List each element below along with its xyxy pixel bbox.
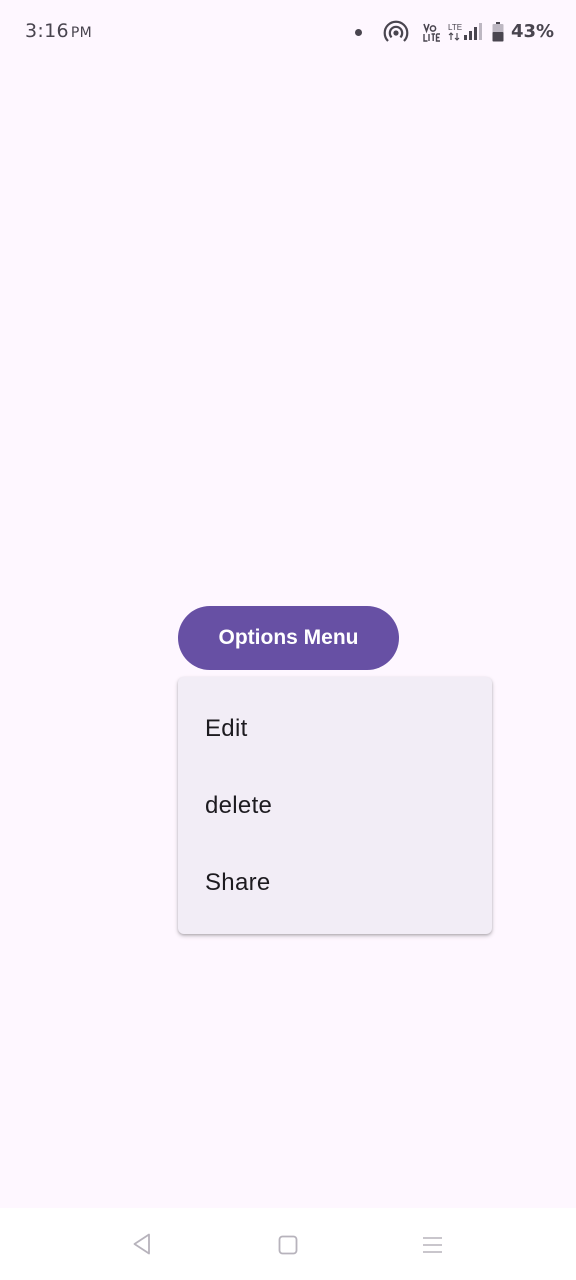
status-time: 3:16 PM bbox=[25, 20, 92, 42]
hotspot-icon bbox=[383, 20, 409, 42]
options-popup-menu: Edit delete Share bbox=[178, 677, 492, 934]
status-time-value: 3:16 bbox=[25, 20, 69, 42]
options-menu-button[interactable]: Options Menu bbox=[178, 606, 399, 670]
back-icon[interactable] bbox=[131, 1232, 153, 1256]
lte-signal-icon: LTE bbox=[448, 23, 482, 41]
notification-dot-icon bbox=[355, 29, 362, 36]
network-type-label: LTE bbox=[448, 23, 462, 32]
home-icon[interactable] bbox=[278, 1235, 298, 1255]
menu-icon[interactable] bbox=[422, 1235, 443, 1255]
battery-percent: 43% bbox=[511, 21, 555, 42]
battery-icon bbox=[492, 22, 504, 42]
menu-item-delete[interactable]: delete bbox=[178, 767, 492, 844]
menu-item-share[interactable]: Share bbox=[178, 844, 492, 921]
status-time-ampm: PM bbox=[70, 25, 92, 41]
volte-icon bbox=[423, 23, 440, 42]
status-bar: 3:16 PM LTE 43% bbox=[0, 0, 576, 66]
menu-item-edit[interactable]: Edit bbox=[178, 690, 492, 767]
navigation-bar bbox=[0, 1208, 576, 1280]
